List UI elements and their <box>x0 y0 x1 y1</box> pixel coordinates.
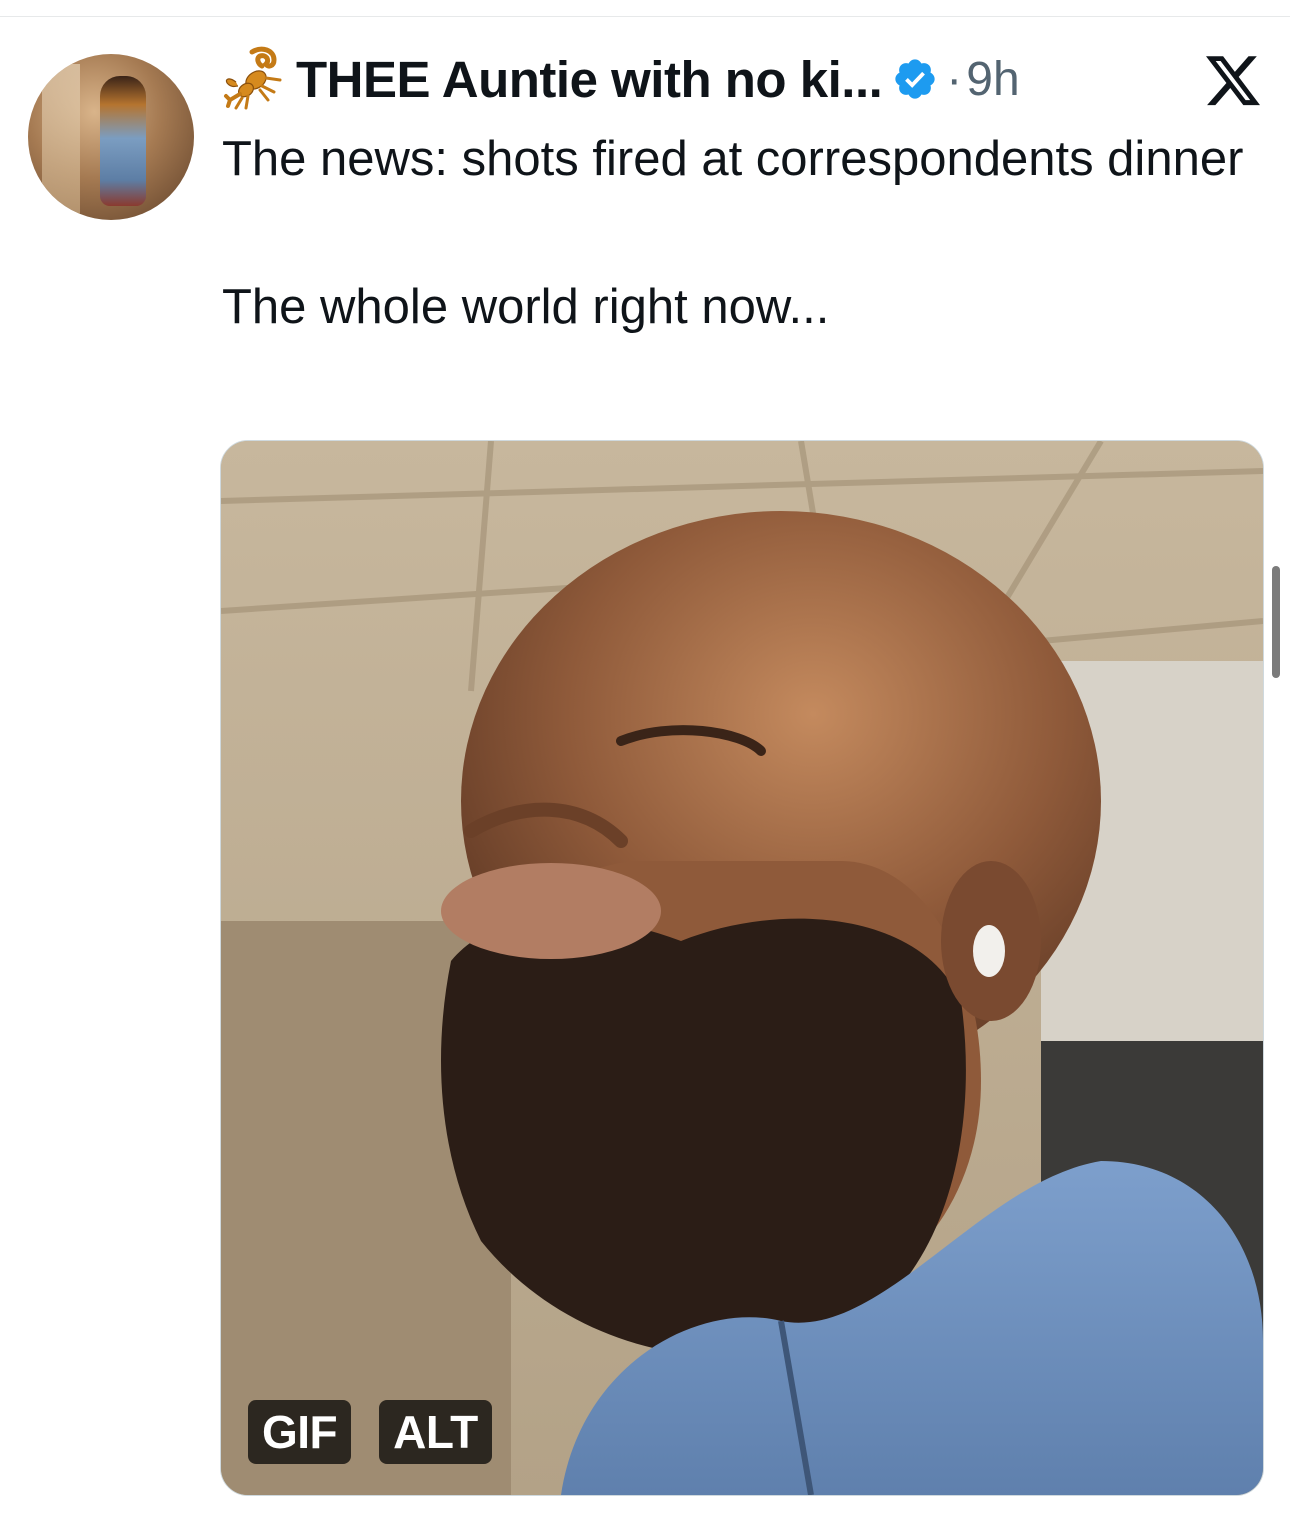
x-logo-icon[interactable] <box>1206 56 1260 106</box>
display-name[interactable]: THEE Auntie with no ki... <box>296 50 883 109</box>
tweet-header: THEE Auntie with no ki... · 9h <box>222 44 1020 114</box>
time-separator: · <box>946 52 963 106</box>
scrollbar[interactable] <box>1272 566 1280 678</box>
tweet-text: The news: shots fired at correspondents … <box>222 132 1244 334</box>
gif-badge[interactable]: GIF <box>248 1400 352 1464</box>
media-badges: GIF ALT <box>248 1400 492 1464</box>
top-divider <box>0 16 1290 17</box>
scorpion-icon <box>224 46 282 110</box>
tweet-page: THEE Auntie with no ki... · 9h The news:… <box>0 0 1290 1520</box>
timestamp[interactable]: 9h <box>966 52 1019 107</box>
avatar-figure <box>100 76 146 206</box>
avatar-background-door <box>42 64 80 214</box>
profile-avatar[interactable] <box>28 54 194 220</box>
alt-badge[interactable]: ALT <box>379 1400 492 1464</box>
gif-frame-illustration <box>221 441 1263 1495</box>
gif-media[interactable] <box>220 440 1264 1496</box>
verified-badge-icon[interactable] <box>892 56 938 102</box>
